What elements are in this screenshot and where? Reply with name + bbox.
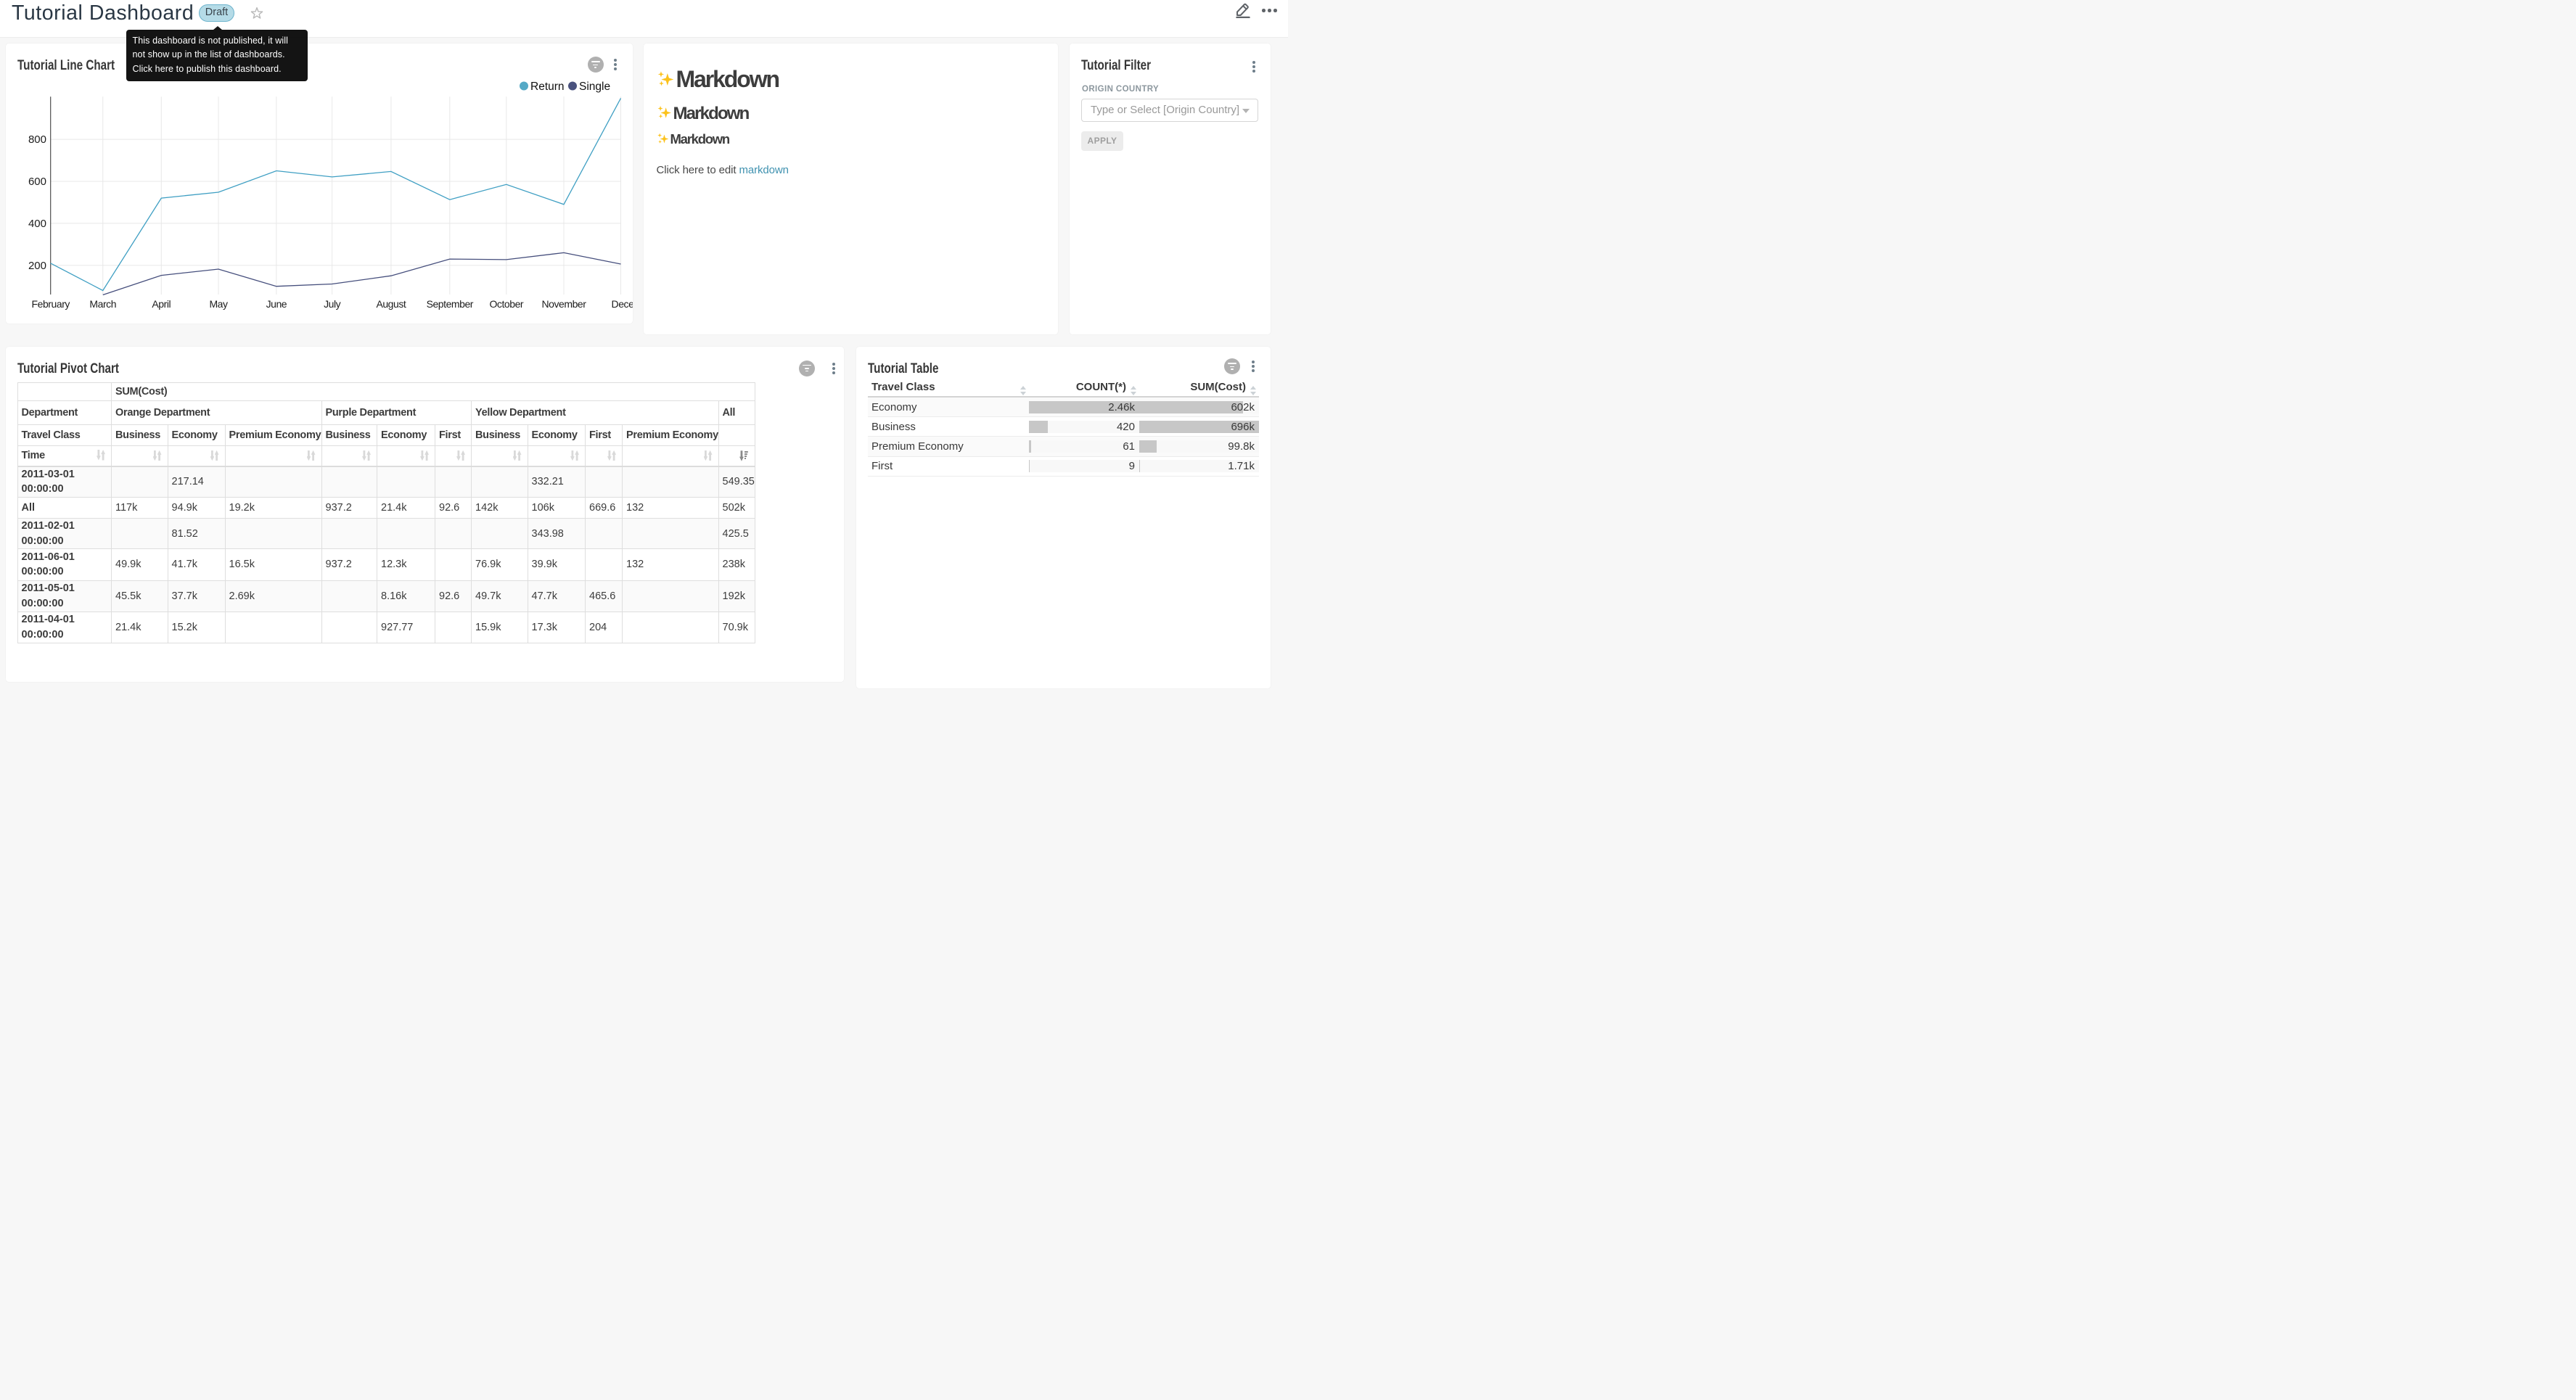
svg-text:200: 200 [28,260,46,272]
svg-text:March: March [89,298,116,310]
svg-text:May: May [209,298,228,310]
svg-text:July: July [324,298,341,310]
svg-text:Return: Return [530,81,565,93]
svg-text:400: 400 [28,218,46,230]
svg-text:800: 800 [28,133,46,146]
svg-text:April: April [152,298,171,310]
svg-text:August: August [376,298,406,310]
svg-text:November: November [541,298,586,310]
svg-text:September: September [426,298,473,310]
svg-text:February: February [31,298,70,310]
svg-text:600: 600 [28,176,46,188]
svg-text:October: October [489,298,523,310]
svg-text:Dece: Dece [611,298,632,310]
svg-text:June: June [266,298,287,310]
svg-text:Single: Single [579,81,610,93]
